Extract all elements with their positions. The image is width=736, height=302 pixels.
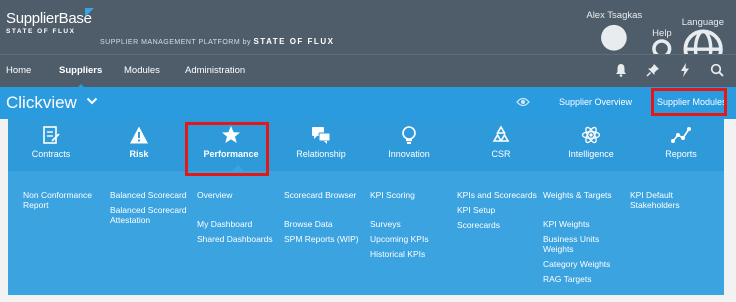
submenu-link[interactable]: Overview [197,190,281,200]
submenu-link[interactable]: Balanced Scorecard Attestation [110,205,190,225]
submenu-col-8: KPI Default Stakeholders [630,190,716,215]
submenu-col-3: Overview My Dashboard Shared Dashboards [197,190,281,249]
nav-administration[interactable]: Administration [185,65,245,76]
highlight-supplier-modules [651,88,727,116]
module-relationship[interactable]: Relationship [278,125,364,159]
highlight-performance [185,122,269,176]
modules-panel: Contracts Risk Performance Relationship … [8,119,724,295]
submenu-link[interactable]: Weights & Targets [543,190,625,200]
module-intelligence-label: Intelligence [568,149,614,159]
nav-icons [614,63,724,77]
nav-modules[interactable]: Modules [124,65,160,76]
submenu-col-1: Non Conformance Report [23,190,105,215]
modules-row: Contracts Risk Performance Relationship … [8,119,724,171]
submenu-col-2: Balanced Scorecard Balanced Scorecard At… [110,190,190,230]
module-contracts-label: Contracts [31,149,71,159]
submenu-link[interactable]: Scorecards [457,220,537,230]
main-nav: Home Suppliers Modules Administration [0,54,736,90]
search-icon[interactable] [710,63,724,77]
submenu-col-5: KPI Scoring Surveys Upcoming KPIs Histor… [370,190,452,264]
submenu-link[interactable]: KPI Setup [457,205,537,215]
module-risk[interactable]: Risk [96,125,182,159]
warning-icon [130,126,148,144]
lightbulb-icon [402,126,416,144]
module-risk-label: Risk [129,149,149,159]
supplier-overview-link[interactable]: Supplier Overview [559,97,632,107]
submenu-link[interactable]: Category Weights [543,259,625,269]
module-contracts[interactable]: Contracts [8,125,94,159]
submenu-link[interactable]: Browse Data [284,219,368,229]
submenu-link[interactable]: Scorecard Browser [284,190,368,200]
module-reports[interactable]: Reports [638,125,724,159]
line-chart-icon [671,127,691,143]
context-title[interactable]: Clickview [6,93,77,113]
submenu-col-6: KPIs and Scorecards KPI Setup Scorecards [457,190,537,235]
chevron-down-icon[interactable] [86,96,98,106]
module-relationship-label: Relationship [296,149,346,159]
submenu-link[interactable]: SPM Reports (WIP) [284,234,368,244]
module-csr-label: CSR [491,149,511,159]
chat-bubbles-icon [312,127,331,144]
submenu-link[interactable]: KPIs and Scorecards [457,190,537,200]
submenu-link[interactable]: My Dashboard [197,219,281,229]
module-intelligence[interactable]: Intelligence [548,125,634,159]
submenu-link[interactable]: Upcoming KPIs [370,234,452,244]
user-name: Alex Tsagkas [586,10,643,21]
platform-suffix: STATE OF FLUX [253,37,335,46]
submenu-link[interactable]: Surveys [370,219,452,229]
submenu-link[interactable]: KPI Default Stakeholders [630,190,716,210]
platform-tagline: SUPPLIER MANAGEMENT PLATFORM by STATE OF… [100,37,334,46]
logo-flag-icon [85,8,94,17]
help-label: Help [652,28,672,40]
submenu-link[interactable]: RAG Targets [543,274,625,284]
pin-icon[interactable] [646,63,660,77]
bell-icon[interactable] [614,63,628,77]
lightning-icon[interactable] [678,63,692,77]
module-reports-label: Reports [665,149,697,159]
submenu-link[interactable]: Non Conformance Report [23,190,105,210]
nav-home[interactable]: Home [6,65,31,76]
module-innovation-label: Innovation [388,149,430,159]
platform-prefix: SUPPLIER MANAGEMENT PLATFORM by [100,39,251,46]
module-csr[interactable]: CSR [458,125,544,159]
atom-icon [581,126,601,144]
submenu-col-4: Scorecard Browser Browse Data SPM Report… [284,190,368,249]
recycle-icon [492,125,510,142]
context-bar: Clickview Supplier Overview Supplier Mod… [0,87,736,119]
submenu-link[interactable]: Balanced Scorecard [110,190,190,200]
brand-logo[interactable]: SupplierBase STATE OF FLUX [6,8,94,35]
language-label: Language [681,16,724,28]
submenu-link[interactable]: Shared Dashboards [197,234,281,244]
contracts-icon [43,126,60,144]
submenu-col-7: Weights & Targets KPI Weights Business U… [543,190,625,289]
submenu-link[interactable]: KPI Scoring [370,190,452,200]
module-innovation[interactable]: Innovation [366,125,452,159]
submenu-link[interactable]: Historical KPIs [370,249,452,259]
top-bar: SupplierBase STATE OF FLUX SUPPLIER MANA… [0,0,736,77]
submenu-link[interactable]: Business Units Weights [543,234,625,254]
submenu-link[interactable]: KPI Weights [543,219,625,229]
eye-icon[interactable] [516,97,530,107]
brand-sub: STATE OF FLUX [6,28,76,35]
brand-name: SupplierBase [6,10,92,27]
nav-suppliers[interactable]: Suppliers [59,65,102,90]
